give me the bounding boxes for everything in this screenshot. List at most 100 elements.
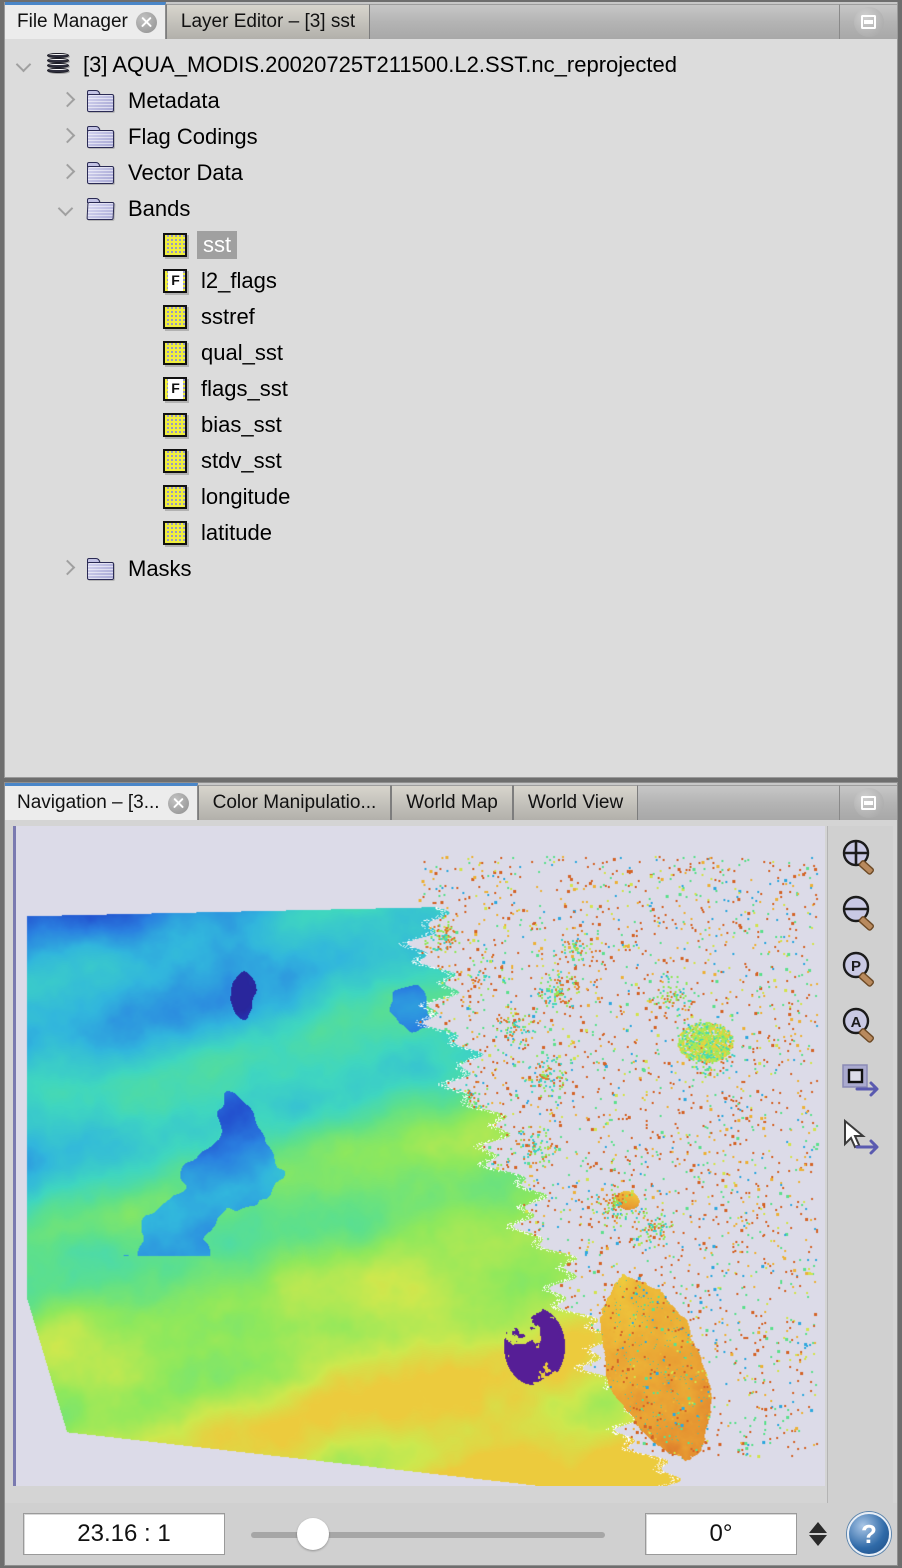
- float-window-icon[interactable]: [853, 7, 884, 37]
- raster-band-icon: [163, 413, 187, 437]
- tree-node[interactable]: Bands: [5, 191, 897, 227]
- tab-world-map-label: World Map: [406, 792, 498, 813]
- zoom-out-icon: [842, 895, 874, 931]
- tree-node-label: Vector Data: [128, 160, 243, 185]
- tree-node[interactable]: Metadata: [5, 83, 897, 119]
- zoom-to-pixel-button[interactable]: P: [834, 948, 888, 992]
- help-button[interactable]: ?: [847, 1512, 891, 1556]
- tab-file-manager[interactable]: File Manager: [5, 2, 166, 39]
- bottom-tab-bar: Navigation – [3... Color Manipulatio... …: [5, 783, 897, 820]
- tab-navigation[interactable]: Navigation – [3...: [5, 783, 198, 820]
- tree-node[interactable]: sstref: [5, 299, 897, 335]
- tab-layer-editor-label: Layer Editor – [3] sst: [180, 11, 356, 32]
- tree-node-label: stdv_sst: [201, 448, 282, 473]
- tree-node[interactable]: Masks: [5, 551, 897, 587]
- tree-node[interactable]: flags_sst: [5, 371, 897, 407]
- tree-node-label: flags_sst: [201, 376, 288, 401]
- chevron-right-icon[interactable]: [57, 127, 77, 147]
- tab-navigation-label: Navigation – [3...: [17, 792, 160, 813]
- tab-color-manipulation[interactable]: Color Manipulatio...: [197, 785, 392, 820]
- raster-band-icon: [163, 233, 187, 257]
- product-tree[interactable]: [3] AQUA_MODIS.20020725T211500.L2.SST.nc…: [5, 39, 897, 777]
- zoom-all-icon: A: [842, 1007, 874, 1043]
- zoom-to-all-button[interactable]: A: [834, 1004, 888, 1048]
- tree-node[interactable]: bias_sst: [5, 407, 897, 443]
- tree-node-label: [3] AQUA_MODIS.20020725T211500.L2.SST.nc…: [83, 52, 677, 77]
- chevron-right-icon[interactable]: [57, 163, 77, 183]
- tree-node-label: Bands: [128, 196, 191, 221]
- zoom-pixel-icon: P: [842, 951, 874, 987]
- folder-icon: [87, 126, 114, 148]
- stepper-up-icon[interactable]: [809, 1522, 827, 1533]
- folder-icon: [87, 162, 114, 184]
- flag-band-icon: [163, 269, 187, 293]
- tree-node-label: sst: [197, 231, 238, 259]
- tree-node-label: qual_sst: [201, 340, 283, 365]
- zoom-slider[interactable]: [251, 1513, 605, 1555]
- chevron-right-icon[interactable]: [57, 559, 77, 579]
- tree-node-label: bias_sst: [201, 412, 282, 437]
- sst-image-canvas[interactable]: [16, 826, 825, 1486]
- tab-world-view-label: World View: [527, 792, 624, 813]
- file-manager-panel: File Manager Layer Editor – [3] sst [3] …: [4, 2, 898, 778]
- raster-band-icon: [163, 449, 187, 473]
- top-float-button-area[interactable]: [839, 4, 897, 39]
- zoom-in-button[interactable]: [834, 836, 888, 880]
- tab-color-manipulation-label: Color Manipulatio...: [212, 792, 377, 813]
- folder-icon: [87, 90, 114, 112]
- navigation-thumbnail-view[interactable]: [13, 826, 825, 1486]
- svg-text:A: A: [850, 1014, 861, 1031]
- close-icon[interactable]: [135, 11, 157, 33]
- zoom-slider-handle[interactable]: [297, 1518, 330, 1550]
- folder-icon: [87, 558, 114, 580]
- tree-node[interactable]: longitude: [5, 479, 897, 515]
- tree-node-label: Metadata: [128, 88, 220, 113]
- tree-node-label: longitude: [201, 484, 291, 509]
- tab-layer-editor[interactable]: Layer Editor – [3] sst: [165, 4, 371, 39]
- svg-text:P: P: [850, 958, 860, 975]
- tab-file-manager-label: File Manager: [17, 11, 128, 32]
- navigation-panel: Navigation – [3... Color Manipulatio... …: [4, 782, 898, 1566]
- tree-node-label: l2_flags: [201, 268, 277, 293]
- bottom-float-button-area[interactable]: [839, 785, 897, 820]
- tree-node[interactable]: l2_flags: [5, 263, 897, 299]
- sync-cursors-button[interactable]: [834, 1116, 888, 1160]
- float-window-icon[interactable]: [853, 788, 884, 818]
- chevron-down-icon[interactable]: [15, 55, 35, 75]
- tree-node[interactable]: stdv_sst: [5, 443, 897, 479]
- folder-open-icon: [86, 198, 115, 220]
- tree-node[interactable]: [3] AQUA_MODIS.20020725T211500.L2.SST.nc…: [5, 47, 897, 83]
- zoom-ratio-input[interactable]: 23.16 : 1: [23, 1513, 225, 1555]
- rotation-stepper[interactable]: [803, 1511, 833, 1557]
- tree-node-label: Flag Codings: [128, 124, 258, 149]
- flag-band-icon: [163, 377, 187, 401]
- chevron-right-icon[interactable]: [57, 91, 77, 111]
- rotation-input[interactable]: 0°: [645, 1513, 797, 1555]
- sync-cursors-icon: [843, 1118, 878, 1155]
- stepper-down-icon[interactable]: [809, 1535, 827, 1546]
- raster-band-icon: [163, 305, 187, 329]
- tree-node[interactable]: qual_sst: [5, 335, 897, 371]
- tab-world-view[interactable]: World View: [512, 785, 639, 820]
- tree-node[interactable]: Flag Codings: [5, 119, 897, 155]
- bottom-tab-filler: [638, 785, 839, 820]
- zoom-out-button[interactable]: [834, 892, 888, 936]
- tree-node[interactable]: latitude: [5, 515, 897, 551]
- tab-world-map[interactable]: World Map: [391, 785, 513, 820]
- tree-node[interactable]: Vector Data: [5, 155, 897, 191]
- chevron-down-icon[interactable]: [57, 199, 77, 219]
- raster-band-icon: [163, 485, 187, 509]
- top-tab-filler: [370, 4, 839, 39]
- navigation-body: P A: [5, 820, 897, 1503]
- tree-node[interactable]: sst: [5, 227, 897, 263]
- close-icon[interactable]: [167, 792, 189, 814]
- tree-node-label: sstref: [201, 304, 255, 329]
- sync-views-button[interactable]: [834, 1060, 888, 1104]
- zoom-in-icon: [842, 839, 874, 875]
